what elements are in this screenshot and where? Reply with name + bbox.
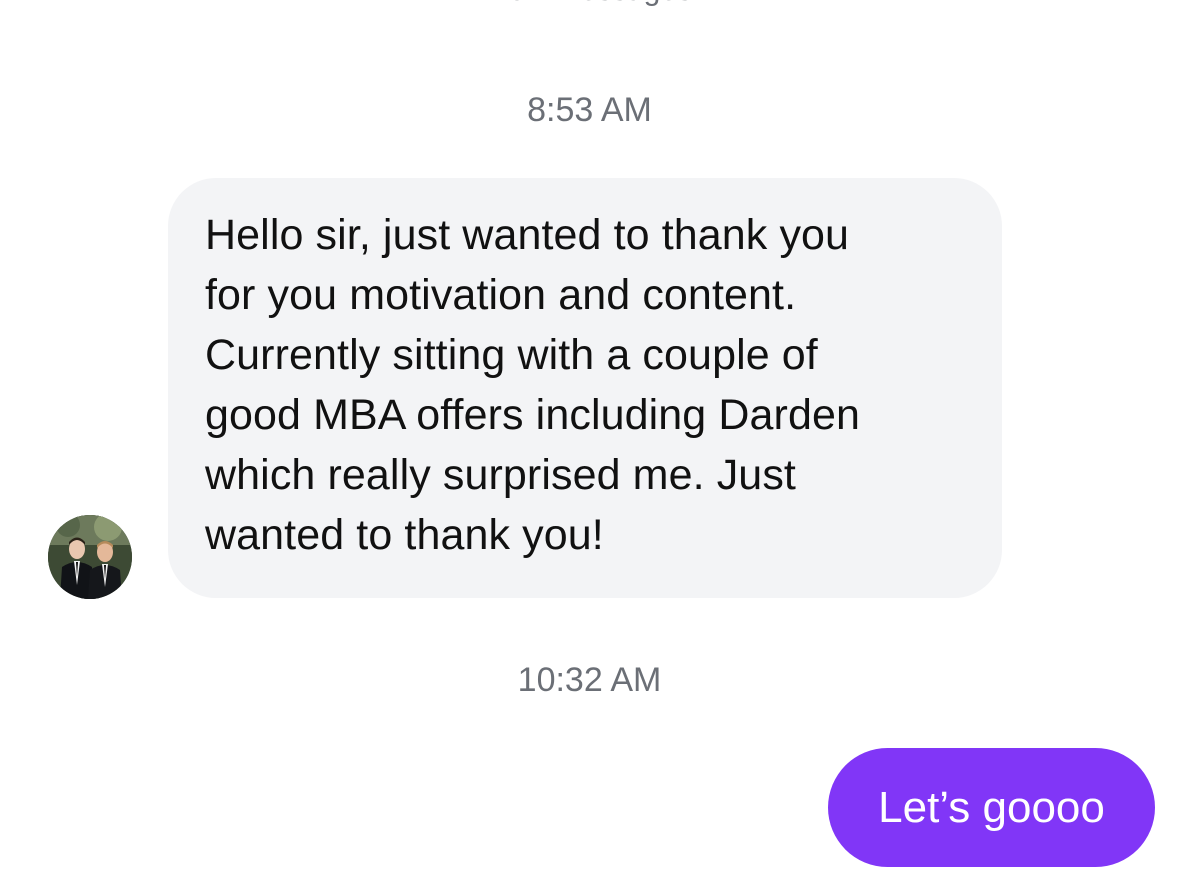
message-line: wanted to thank you!	[205, 511, 604, 559]
outgoing-message-text: Let’s goooo	[878, 782, 1105, 832]
incoming-message-text: Hello sir, just wanted to thank you for …	[205, 205, 966, 565]
timestamp: 10:32 AM	[517, 661, 662, 699]
sender-avatar[interactable]	[48, 515, 132, 599]
message-line: Currently sitting with a couple of	[205, 331, 818, 379]
outgoing-message-bubble[interactable]: Let’s goooo	[828, 748, 1155, 867]
new-messages-divider: New Messages	[0, 0, 1179, 8]
message-line: Hello sir, just wanted to thank you	[205, 211, 850, 259]
incoming-message-bubble[interactable]: Hello sir, just wanted to thank you for …	[168, 178, 1002, 598]
message-line: for you motivation and content.	[205, 271, 797, 319]
avatar-photo	[48, 515, 132, 599]
message-line: good MBA offers including Darden	[205, 391, 860, 439]
message-line: which really surprised me. Just	[205, 451, 796, 499]
timestamp: 8:53 AM	[527, 91, 652, 129]
